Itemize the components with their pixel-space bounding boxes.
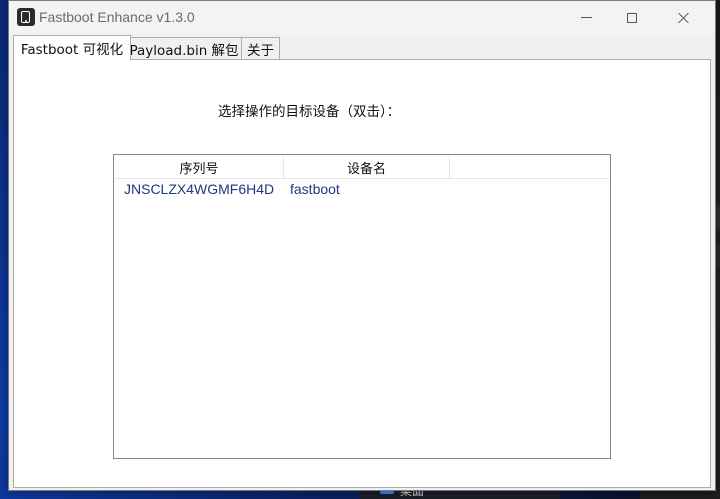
device-name: fastboot [290, 181, 340, 197]
app-window: Fastboot Enhance v1.3.0 Fastboot 可视化 Pay… [8, 0, 716, 491]
column-header-serial[interactable]: 序列号 [115, 156, 284, 178]
close-icon [678, 12, 690, 24]
tab-panel: 选择操作的目标设备（双击）： 序列号 设备名 JNSCLZX4WGMF6H4D … [13, 59, 711, 488]
device-select-prompt: 选择操作的目标设备（双击）： [218, 104, 401, 120]
device-list[interactable]: 序列号 设备名 JNSCLZX4WGMF6H4D fastboot [113, 154, 611, 459]
device-serial: JNSCLZX4WGMF6H4D [124, 181, 275, 197]
tab-payload-unpack[interactable]: Payload.bin 解包 [126, 37, 242, 59]
column-header-device-name[interactable]: 设备名 [284, 156, 450, 178]
list-item[interactable]: JNSCLZX4WGMF6H4D fastboot [115, 179, 609, 199]
list-header: 序列号 设备名 [115, 156, 609, 179]
tab-about[interactable]: 关于 [241, 37, 280, 59]
window-title: Fastboot Enhance v1.3.0 [39, 9, 195, 25]
phone-icon [17, 8, 35, 26]
close-button[interactable] [661, 1, 707, 34]
tab-fastboot-visual[interactable]: Fastboot 可视化 [13, 35, 131, 60]
maximize-button[interactable] [609, 1, 655, 34]
maximize-icon [627, 12, 637, 23]
minimize-button[interactable] [563, 1, 609, 34]
title-bar[interactable]: Fastboot Enhance v1.3.0 [9, 1, 715, 34]
column-header-empty [450, 156, 609, 178]
minimize-icon [580, 17, 592, 18]
